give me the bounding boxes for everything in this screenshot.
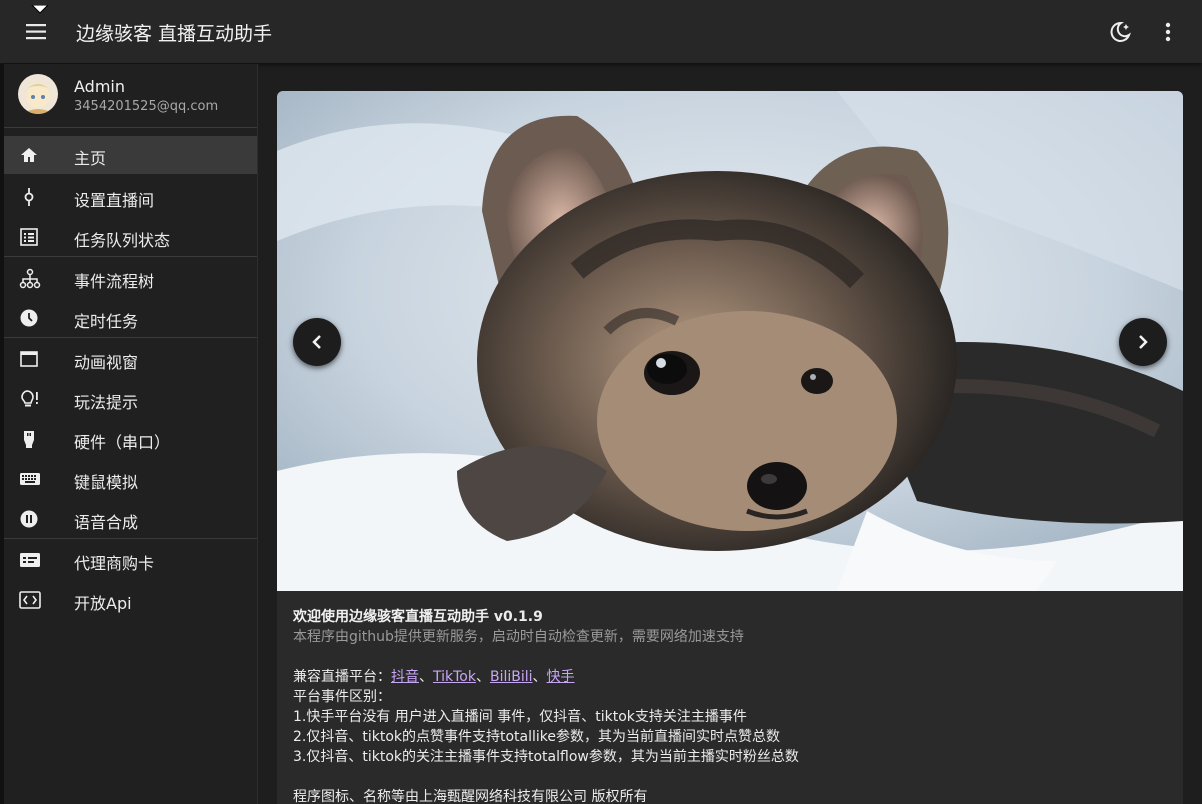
separator: 、	[419, 669, 433, 685]
separator: 、	[475, 669, 490, 685]
hamburger-menu-icon[interactable]	[20, 19, 52, 45]
divider	[4, 127, 257, 128]
sidebar-item-scheduled-tasks[interactable]: 定时任务	[4, 299, 257, 337]
sidebar-item-label: 键鼠模拟	[74, 473, 139, 492]
usb-icon	[19, 429, 39, 449]
divider	[4, 256, 257, 257]
carousel-next-button[interactable]	[1119, 318, 1167, 366]
lightbulb-icon	[19, 389, 39, 409]
api-icon	[19, 590, 41, 610]
tree-icon	[19, 268, 41, 289]
home-icon	[19, 145, 39, 165]
sidebar-item-label: 事件流程树	[74, 272, 155, 291]
avatar	[18, 74, 58, 114]
app-title: 边缘骇客 直播互动助手	[76, 23, 273, 45]
platform-link-douyin[interactable]: 抖音	[391, 669, 419, 685]
welcome-heading: 欢迎使用边缘骇客直播互动助手 v0.1.9	[293, 607, 1163, 627]
sidebar-item-gameplay-tips[interactable]: 玩法提示	[4, 380, 257, 418]
platform-link-tiktok[interactable]: TikTok	[433, 669, 476, 685]
user-profile[interactable]: Admin 3454201525@qq.com	[4, 64, 257, 127]
platforms-line: 兼容直播平台：抖音、TikTok、BiliBili、快手	[293, 667, 1163, 687]
divider	[4, 337, 257, 338]
user-email: 3454201525@qq.com	[74, 99, 219, 114]
sidebar-item-hardware-serial[interactable]: 硬件（串口）	[4, 420, 257, 458]
chevron-left-icon	[312, 335, 321, 349]
voice-icon	[19, 509, 39, 529]
sidebar-item-animation-window[interactable]: 动画视窗	[4, 340, 257, 378]
copyright-line: 程序图标、名称等由上海甄醒网络科技有限公司 版权所有	[293, 789, 648, 804]
keyboard-icon	[19, 469, 40, 489]
app-bar: 边缘骇客 直播互动助手	[0, 0, 1202, 63]
sidebar-item-label: 语音合成	[74, 513, 139, 532]
dark-mode-icon[interactable]	[1106, 18, 1134, 46]
window-icon	[19, 349, 39, 369]
sidebar-item-label: 玩法提示	[74, 393, 139, 412]
sidebar-item-label: 定时任务	[74, 312, 139, 331]
more-vertical-icon[interactable]	[1156, 18, 1180, 46]
carousel-prev-button[interactable]	[293, 318, 341, 366]
yorkshire-puppy-photo	[277, 91, 1183, 591]
version-label: v0.1.9	[493, 609, 543, 625]
sidebar: Admin 3454201525@qq.com 主页 设置直播间 任务队列状态 …	[4, 64, 257, 804]
sidebar-item-label: 主页	[74, 149, 107, 168]
event-note-1: 1.快手平台没有 用户进入直播间 事件，仅抖音、tiktok支持关注主播事件	[293, 709, 747, 725]
sidebar-item-label: 开放Api	[74, 594, 132, 613]
mouse-cursor-icon	[30, 0, 52, 14]
separator: 、	[532, 669, 547, 685]
sidebar-item-label: 动画视窗	[74, 353, 139, 372]
sidebar-item-label: 任务队列状态	[74, 231, 171, 250]
event-note-2: 2.仅抖音、tiktok的点赞事件支持totallike参数，其为当前直播间实时…	[293, 729, 781, 745]
update-note: 本程序由github提供更新服务，启动时自动检查更新，需要网络加速支持	[293, 629, 744, 645]
chevron-right-icon	[1139, 335, 1148, 349]
platforms-label: 兼容直播平台：	[293, 669, 391, 685]
sidebar-divider	[257, 64, 258, 804]
user-name: Admin	[74, 77, 125, 96]
list-icon	[19, 227, 39, 247]
sidebar-item-open-api[interactable]: 开放Api	[4, 581, 257, 619]
sidebar-item-task-queue[interactable]: 任务队列状态	[4, 218, 257, 256]
events-title: 平台事件区别：	[293, 689, 391, 705]
sidebar-item-label: 设置直播间	[74, 191, 155, 210]
image-carousel[interactable]	[277, 91, 1183, 591]
welcome-text: 欢迎使用边缘骇客直播互动助手	[293, 609, 494, 625]
sidebar-item-live-setup[interactable]: 设置直播间	[4, 178, 257, 216]
divider	[4, 538, 257, 539]
sidebar-item-label: 代理商购卡	[74, 554, 155, 573]
welcome-content: 欢迎使用边缘骇客直播互动助手 v0.1.9 本程序由github提供更新服务，启…	[293, 607, 1163, 804]
platform-link-bilibili[interactable]: BiliBili	[490, 669, 533, 685]
card-icon	[19, 550, 40, 570]
live-connect-icon	[19, 187, 39, 207]
sidebar-item-speech-synthesis[interactable]: 语音合成	[4, 500, 257, 538]
sidebar-item-keyboard-mouse[interactable]: 键鼠模拟	[4, 460, 257, 498]
clock-icon	[19, 308, 39, 328]
sidebar-item-event-tree[interactable]: 事件流程树	[4, 259, 257, 297]
sidebar-item-label: 硬件（串口）	[74, 433, 171, 452]
sidebar-item-agent-card[interactable]: 代理商购卡	[4, 541, 257, 579]
event-note-3: 3.仅抖音、tiktok的关注主播事件支持totalflow参数，其为当前主播实…	[293, 749, 799, 765]
platform-link-kuaishou[interactable]: 快手	[547, 669, 575, 685]
home-card: 欢迎使用边缘骇客直播互动助手 v0.1.9 本程序由github提供更新服务，启…	[277, 91, 1183, 804]
sidebar-item-home[interactable]: 主页	[4, 136, 257, 174]
